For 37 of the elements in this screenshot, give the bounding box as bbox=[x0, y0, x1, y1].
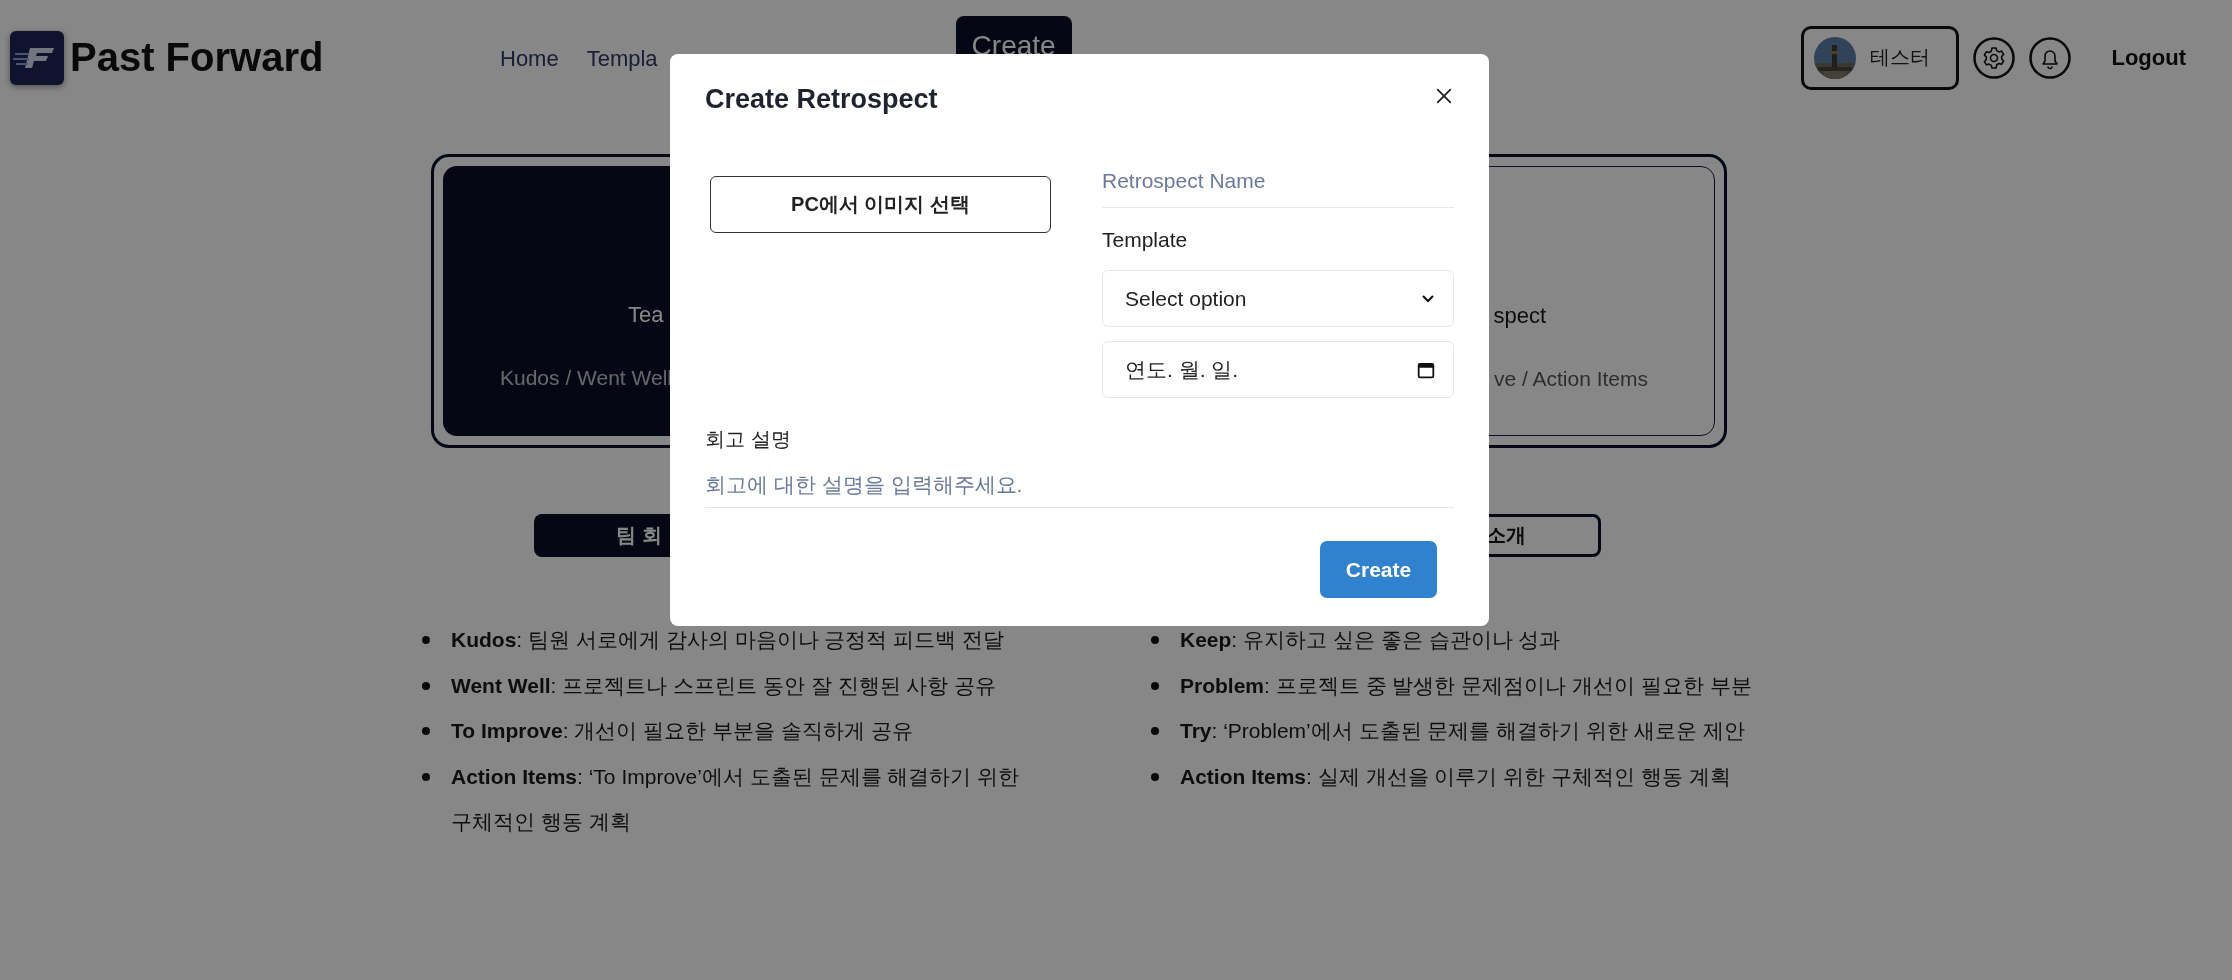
brand-name: Past Forward bbox=[70, 35, 324, 80]
template-select[interactable]: Select option bbox=[1102, 270, 1454, 327]
card-title: Tea bbox=[628, 302, 664, 328]
nav-link[interactable]: Home bbox=[500, 45, 559, 72]
logo-icon bbox=[10, 30, 64, 85]
dialog-title: Create Retrospect bbox=[705, 84, 938, 115]
list-item-text: Try: ‘Problem’에서 도출된 문제를 해결하기 위한 새로운 제안 bbox=[1180, 718, 1746, 744]
list-item-text: To Improve: 개선이 필요한 부분을 솔직하게 공유 bbox=[451, 718, 914, 744]
close-icon[interactable] bbox=[1435, 87, 1453, 105]
bullet-icon bbox=[422, 681, 430, 690]
description-label: 회고 설명 bbox=[705, 427, 792, 452]
card-title: spect bbox=[1493, 303, 1546, 329]
bullet-icon bbox=[422, 772, 430, 781]
create-button[interactable]: Create bbox=[1320, 541, 1437, 598]
bullet-icon bbox=[422, 727, 430, 735]
card-subtitle: ve / Action Items bbox=[1493, 367, 1648, 391]
bullet-icon bbox=[422, 636, 430, 644]
date-field[interactable]: 연도. 월. 일. bbox=[1102, 341, 1454, 398]
bullet-icon bbox=[1151, 681, 1159, 690]
image-upload-button[interactable]: PC에서 이미지 선택 bbox=[710, 176, 1051, 233]
template-label: Template bbox=[1102, 228, 1189, 252]
settings-icon[interactable] bbox=[1973, 36, 2016, 79]
list-item-text: Went Well: 프로젝트나 스프린트 동안 잘 진행된 사항 공유 bbox=[451, 672, 998, 699]
chevron-down-icon bbox=[1421, 293, 1435, 304]
list-item-text: Action Items: ‘To Improve’에서 도출된 문제를 해결하기 위한 구체적인 행동 계획 bbox=[451, 763, 1021, 835]
list-item-text: Kudos: 팀원 서로에게 감사의 마음이나 긍정적 피드백 전달 bbox=[451, 627, 1005, 653]
notification-bell-icon[interactable] bbox=[2029, 36, 2072, 79]
bullet-icon bbox=[1151, 727, 1159, 735]
bullet-icon bbox=[1151, 636, 1159, 644]
calendar-icon bbox=[1417, 360, 1435, 379]
list-item-text: Problem: 프로젝트 중 발생한 문제점이나 개선이 필요한 부분 bbox=[1180, 672, 1752, 699]
profile-button[interactable]: 테스터 bbox=[1801, 25, 1960, 90]
nav-link[interactable]: Templa bbox=[586, 45, 658, 72]
list-item-text: Action Items: 실제 개선을 이루기 위한 구체적인 행동 계획 bbox=[1180, 763, 1732, 790]
list-item-text: Keep: 유지하고 싶은 좋은 습관이나 성과 bbox=[1180, 627, 1562, 653]
bullet-icon bbox=[1151, 772, 1159, 781]
logout-link[interactable]: Logout bbox=[2111, 44, 2186, 71]
